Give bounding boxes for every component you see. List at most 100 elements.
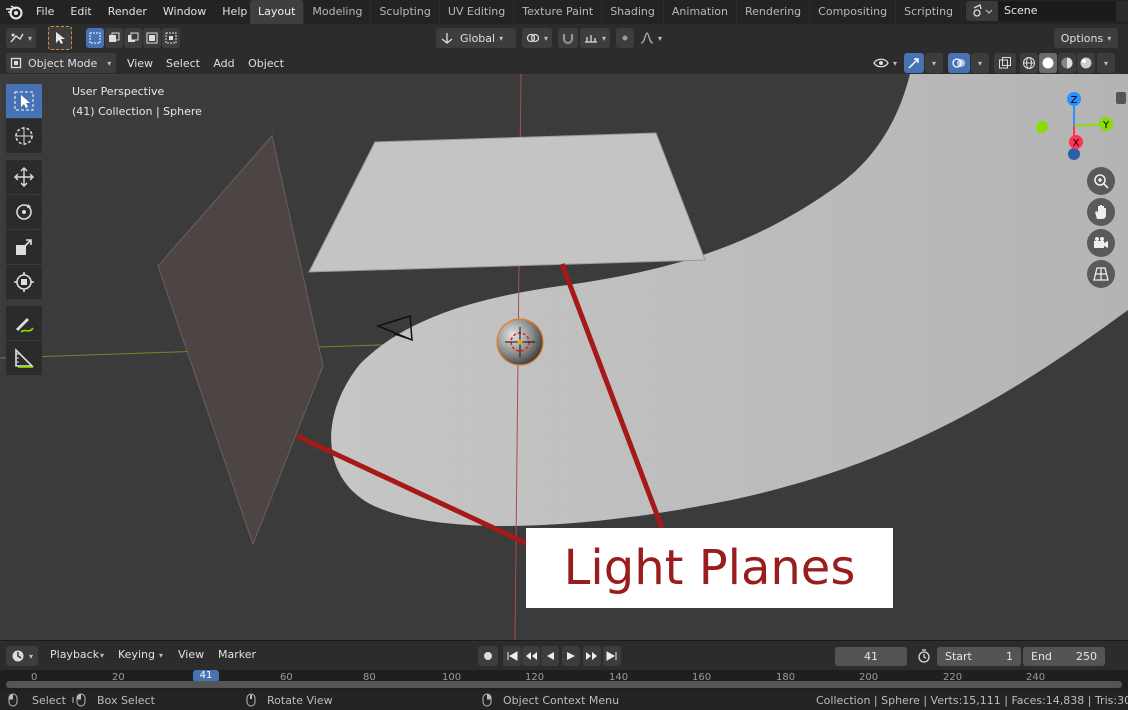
transform-orientation-dropdown[interactable]: Global ▾ [436, 28, 516, 48]
tab-scripting[interactable]: Scripting [896, 0, 963, 24]
timeline-menu-view[interactable]: View [178, 648, 204, 661]
menu-window[interactable]: Window [155, 0, 214, 24]
tab-rendering[interactable]: Rendering [737, 0, 811, 24]
timeline-menu-keying[interactable]: Keying [118, 648, 155, 661]
shading-material-icon[interactable] [1058, 53, 1076, 73]
scene-selector[interactable]: Scene [966, 0, 1128, 22]
scale-tool-icon[interactable] [6, 230, 42, 264]
transform-tool-icon[interactable] [6, 265, 42, 299]
stopwatch-icon[interactable] [913, 646, 935, 666]
end-frame-field[interactable]: End 250 [1023, 647, 1105, 666]
viewport-menu-add[interactable]: Add [208, 53, 240, 73]
shading-wireframe-icon[interactable] [1020, 53, 1038, 73]
pan-hand-icon[interactable] [1087, 198, 1115, 226]
next-keyframe-icon[interactable] [583, 646, 601, 666]
pivot-point-dropdown[interactable]: ▾ [522, 28, 552, 48]
blender-logo-icon[interactable] [0, 0, 28, 24]
camera-view-icon[interactable] [1087, 229, 1115, 257]
scene-icon[interactable] [966, 1, 998, 21]
menu-render[interactable]: Render [100, 0, 155, 24]
options-label: Options [1060, 31, 1104, 45]
zoom-icon[interactable] [1087, 167, 1115, 195]
mouse-left-icon [8, 693, 18, 710]
overlays-toggle-icon[interactable] [948, 53, 970, 73]
editor-type-button[interactable]: ▾ [6, 28, 36, 48]
sidebar-toggle-arrow-icon[interactable] [1116, 92, 1126, 104]
prev-keyframe-icon[interactable] [522, 646, 540, 666]
select-mode-invert-icon[interactable] [143, 28, 161, 48]
visibility-eye-icon[interactable]: ▾ [868, 53, 902, 73]
select-tool-icon[interactable] [6, 84, 42, 118]
viewport-menu-object[interactable]: Object [244, 53, 288, 73]
measure-tool-icon[interactable] [6, 341, 42, 375]
status-scene-info: Collection | Sphere | Verts:15,111 | Fac… [816, 694, 1128, 707]
viewport-menu-select[interactable]: Select [162, 53, 204, 73]
tab-compositing[interactable]: Compositing [810, 0, 897, 24]
annotate-tool-icon[interactable] [6, 306, 42, 340]
menu-file[interactable]: File [28, 0, 62, 24]
viewport-menu-view[interactable]: View [122, 53, 158, 73]
shading-solid-icon[interactable] [1039, 53, 1057, 73]
scene-name-field[interactable]: Scene [998, 1, 1116, 21]
timeline-ruler[interactable]: 0 20 41 60 80 100 120 140 160 180 200 22… [0, 670, 1128, 690]
ortho-grid-icon[interactable] [1087, 260, 1115, 288]
select-mode-intersect-icon[interactable] [162, 28, 180, 48]
snap-target-dropdown[interactable]: ▾ [580, 28, 610, 48]
proportional-falloff-dropdown[interactable]: ▾ [636, 28, 666, 48]
rotate-tool-icon[interactable] [6, 195, 42, 229]
status-select-label: Select [32, 694, 66, 707]
shading-rendered-icon[interactable] [1077, 53, 1095, 73]
start-frame-label: Start [945, 650, 972, 663]
tab-layout[interactable]: Layout [250, 0, 305, 24]
tab-sculpting[interactable]: Sculpting [371, 0, 440, 24]
timeline-header: ▾ Playback ▾ Keying ▾ View Marker 41 Sta… [0, 640, 1128, 670]
tab-shading[interactable]: Shading [602, 0, 664, 24]
select-mode-extend-icon[interactable] [105, 28, 123, 48]
callout-text: Light Planes [563, 540, 856, 596]
proportional-edit-icon[interactable] [616, 28, 634, 48]
options-dropdown[interactable]: Options ▾ [1054, 28, 1118, 48]
orientation-label: Global [460, 31, 496, 45]
timeline-menu-playback[interactable]: Playback [50, 648, 99, 661]
active-tool-select-icon[interactable] [48, 26, 72, 50]
3d-viewport[interactable]: Z Y X User Perspective (41) Collection |… [0, 74, 1128, 640]
mouse-right-icon [482, 693, 492, 710]
select-mode-new-icon[interactable] [86, 28, 104, 48]
timeline-editor-type-button[interactable]: ▾ [6, 646, 38, 666]
cursor-tool-icon[interactable] [6, 119, 42, 153]
jump-end-icon[interactable] [603, 646, 621, 666]
snap-toggle-magnet-icon[interactable] [558, 28, 578, 48]
play-icon[interactable] [562, 646, 580, 666]
light-planes-callout: Light Planes [526, 528, 893, 608]
current-frame-field[interactable]: 41 [835, 647, 907, 666]
shading-dropdown[interactable]: ▾ [1097, 53, 1115, 73]
start-frame-field[interactable]: Start 1 [937, 647, 1021, 666]
gizmo-toggle-icon[interactable] [904, 53, 924, 73]
tab-animation[interactable]: Animation [664, 0, 737, 24]
move-tool-icon[interactable] [6, 160, 42, 194]
tab-uv-editing[interactable]: UV Editing [440, 0, 515, 24]
menu-edit[interactable]: Edit [62, 0, 99, 24]
timeline-scrollbar[interactable] [6, 681, 1122, 688]
record-icon[interactable] [478, 646, 498, 666]
timeline-menu-marker[interactable]: Marker [218, 648, 256, 661]
workspace-tabs: Layout Modeling Sculpting UV Editing Tex… [250, 0, 984, 24]
viewport-header: Object Mode ▾ View Select Add Object ▾ ▾ … [0, 52, 1128, 74]
overlays-dropdown[interactable]: ▾ [971, 53, 989, 73]
scene-close-button[interactable] [1116, 1, 1128, 21]
jump-start-icon[interactable] [503, 646, 521, 666]
tab-texture-paint[interactable]: Texture Paint [514, 0, 603, 24]
keying-caret-icon: ▾ [159, 651, 164, 660]
mode-label: Object Mode [28, 56, 98, 70]
sphere-object [496, 318, 544, 366]
xray-toggle-icon[interactable] [994, 53, 1016, 73]
gizmo-dropdown[interactable]: ▾ [925, 53, 943, 73]
mouse-middle-icon [246, 693, 256, 710]
mode-dropdown[interactable]: Object Mode ▾ [6, 53, 116, 73]
play-reverse-icon[interactable] [541, 646, 559, 666]
left-toolbar [6, 84, 44, 376]
mouse-drag-icon [72, 693, 88, 710]
select-mode-subtract-icon[interactable] [124, 28, 142, 48]
object-mode-icon [10, 57, 22, 69]
tab-modeling[interactable]: Modeling [304, 0, 372, 24]
